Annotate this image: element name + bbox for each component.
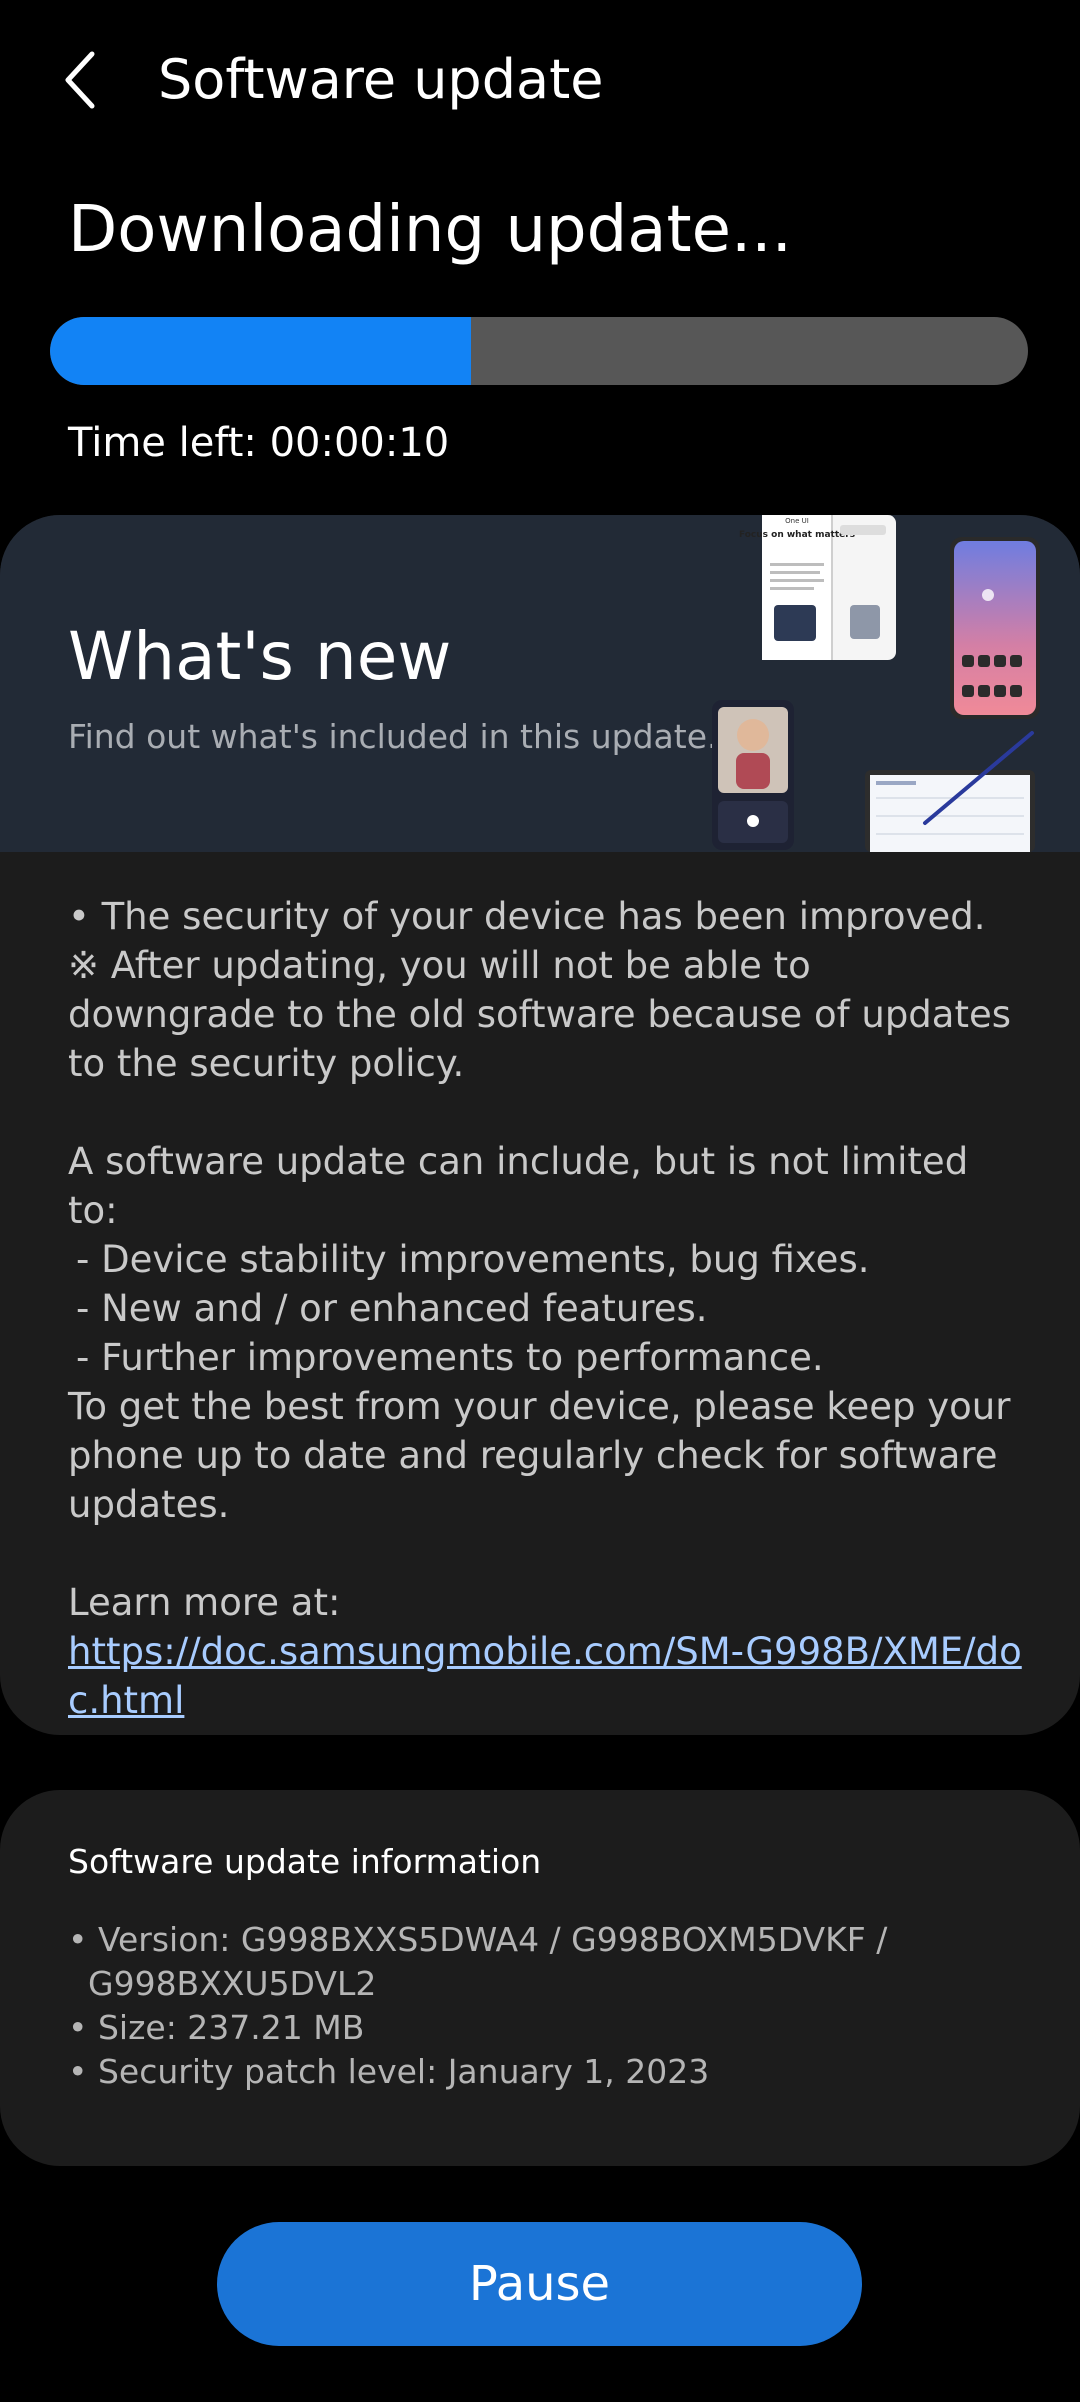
time-left-label: Time left: 00:00:10 [68,420,450,466]
app-header: Software update [0,0,1080,160]
note-line: Learn more at: [68,1581,341,1624]
page-title: Software update [158,48,604,111]
note-line: - Further improvements to performance. [76,1336,824,1379]
tablet-image [865,731,1035,852]
note-line: - New and / or enhanced features. [76,1287,708,1330]
phone-image [950,537,1040,719]
chevron-left-icon [65,51,95,109]
download-progress-bar [50,317,1028,385]
svg-text:Focus on what matters: Focus on what matters [739,530,855,540]
back-button[interactable] [40,40,120,120]
svg-text:One UI: One UI [785,517,809,525]
pause-button[interactable]: Pause [217,2222,862,2346]
foldable-phone-image: One UI Focus on what matters [739,515,896,660]
size-info: • Size: 237.21 MB [68,2008,365,2047]
note-line: To get the best from your device, please… [68,1385,1011,1526]
note-line: • The security of your device has been i… [68,895,986,938]
learn-more-link[interactable]: https://doc.samsungmobile.com/SM-G998B/X… [68,1630,1022,1722]
whats-new-subtitle: Find out what's included in this update. [68,717,718,756]
whats-new-card: What's new Find out what's included in t… [0,515,1080,1735]
download-status-title: Downloading update... [68,193,792,267]
update-info-card: Software update information • Version: G… [0,1790,1080,2166]
release-notes: • The security of your device has been i… [68,892,1028,1725]
version-info: • Version: G998BXXS5DWA4 / G998BOXM5DVKF… [68,1920,888,1959]
security-patch-info: • Security patch level: January 1, 2023 [68,2052,710,2091]
whats-new-title: What's new [68,618,452,695]
whats-new-banner: What's new Find out what's included in t… [0,515,1080,852]
update-info-list: • Version: G998BXXS5DWA4 / G998BOXM5DVKF… [68,1918,968,2094]
version-info-continued: G998BXXU5DVL2 [88,1964,377,2003]
note-line: - Device stability improvements, bug fix… [76,1238,870,1281]
flip-phone-image [712,700,794,850]
note-line: A software update can include, but is no… [68,1140,969,1232]
download-progress-fill [50,317,471,385]
update-info-title: Software update information [68,1842,542,1881]
devices-illustration: One UI Focus on what matters [712,515,1040,852]
note-line: ※ After updating, you will not be able t… [68,944,1012,1085]
